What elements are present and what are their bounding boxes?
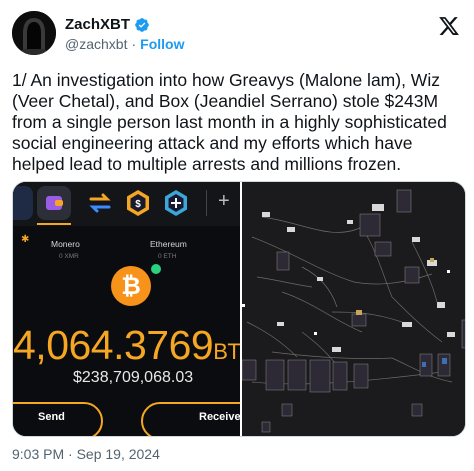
tweet-text: 1/ An investigation into how Greavys (Ma…: [12, 70, 447, 174]
follow-button[interactable]: Follow: [140, 36, 184, 52]
coin-amount: 0 XMR: [59, 253, 79, 260]
wallet-icon: [46, 196, 63, 210]
coin-tab-orange[interactable]: $: [121, 186, 155, 220]
svg-text:₿: ₿: [121, 273, 141, 300]
author-handle[interactable]: @zachxbt: [65, 36, 127, 52]
send-label: Send: [38, 411, 65, 423]
swap-tab[interactable]: [83, 186, 117, 220]
plus-icon[interactable]: +: [218, 190, 230, 213]
graph-node: [262, 204, 455, 352]
graph-canvas: [242, 189, 465, 433]
wallet-tab-partial: [13, 186, 33, 220]
tweet-media[interactable]: $ + ✱ Monero 0 XMR Ethereum 0 ETH ₿ 4,06…: [12, 181, 466, 437]
investigation-graph[interactable]: [242, 182, 465, 436]
active-tab-indicator: [37, 223, 71, 225]
avatar[interactable]: [12, 11, 56, 55]
separator-dot: ·: [131, 36, 137, 52]
wallet-tab-active[interactable]: [37, 186, 71, 220]
toolbar-divider: [206, 190, 207, 216]
receive-label: Receive: [199, 411, 240, 423]
hex-coin-icon: $: [127, 190, 149, 216]
balance-unit: BT: [213, 339, 240, 364]
bitcoin-icon: ₿: [111, 266, 151, 306]
hooded-figure-icon: [12, 11, 56, 55]
hex-plus-icon: [165, 190, 187, 216]
coin-amount: 0 ETH: [158, 253, 177, 260]
coin-tab-blue[interactable]: [159, 186, 193, 220]
btc-balance: 4,064.3769BT: [13, 322, 240, 368]
tweet-timestamp[interactable]: 9:03 PM · Sep 19, 2024: [12, 446, 160, 462]
svg-text:$: $: [135, 199, 141, 210]
author-name[interactable]: ZachXBT: [65, 16, 130, 33]
swap-icon: [89, 193, 111, 213]
graph-image-node: [242, 189, 465, 433]
tweet-header: ZachXBT @zachxbt · Follow: [12, 11, 462, 59]
x-logo-icon[interactable]: [438, 15, 460, 37]
coin-name: Monero: [51, 239, 80, 249]
verified-badge-icon: [135, 17, 149, 32]
coin-name: Ethereum: [150, 239, 187, 249]
usd-value: $238,709,068.03: [73, 369, 194, 386]
status-dot: [151, 264, 161, 274]
wallet-screenshot[interactable]: $ + ✱ Monero 0 XMR Ethereum 0 ETH ₿ 4,06…: [13, 182, 240, 436]
favorite-star-icon: ✱: [21, 234, 30, 245]
